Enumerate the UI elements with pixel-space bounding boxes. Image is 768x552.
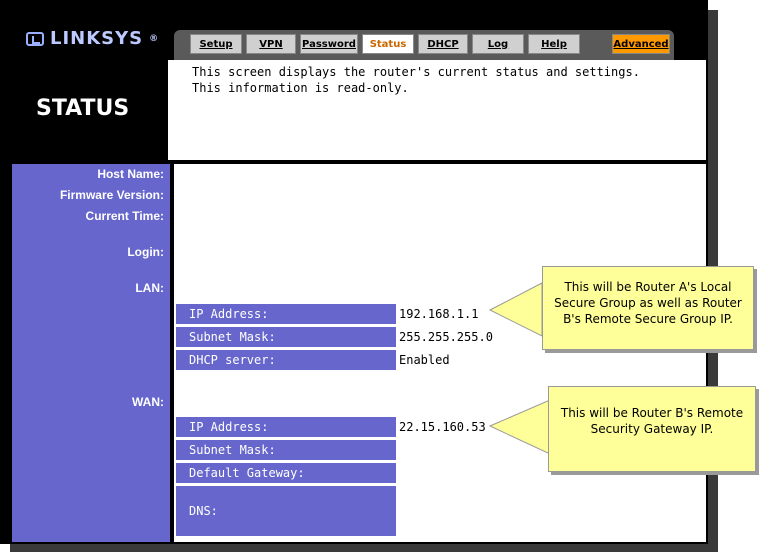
lan-callout: This will be Router A's Local Secure Gro… <box>542 266 754 350</box>
router-status-page: LINKSYS ® Setup VPN Password Status DHCP… <box>0 0 768 552</box>
wan-callout: This will be Router B's Remote Security … <box>548 386 756 472</box>
wan-callout-arrow <box>488 399 551 455</box>
lan-callout-arrow <box>488 282 543 337</box>
